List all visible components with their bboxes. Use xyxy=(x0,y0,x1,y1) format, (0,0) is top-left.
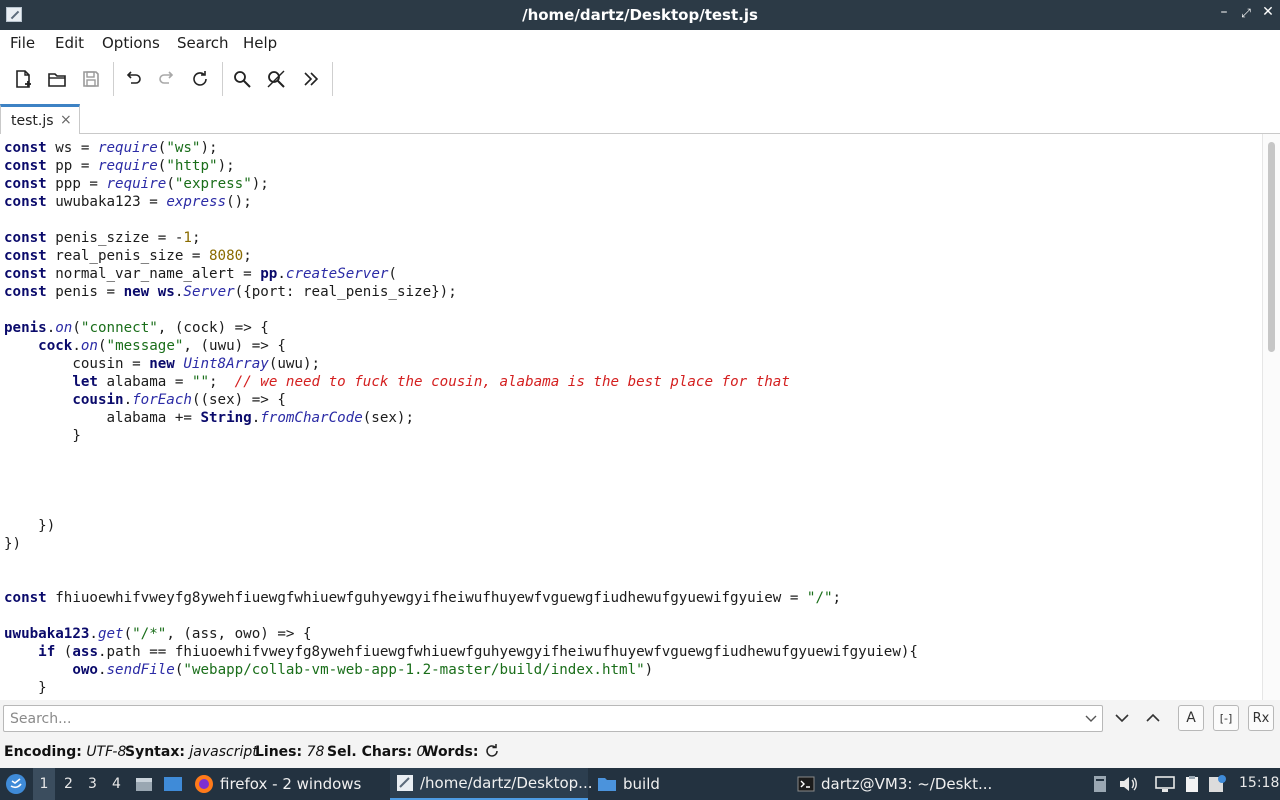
task-text-editor[interactable]: /home/dartz/Desktop... xyxy=(390,768,593,800)
more-tools-icon[interactable] xyxy=(300,68,322,90)
code-text[interactable]: const ws = require("ws"); const pp = req… xyxy=(0,134,1262,697)
encoding-status: Encoding: UTF-8 xyxy=(4,744,127,760)
terminal-icon xyxy=(797,775,815,793)
close-button[interactable]: ✕ xyxy=(1259,4,1277,20)
match-case-label: A xyxy=(1186,710,1196,726)
tab-label: test.js xyxy=(11,113,54,129)
syntax-status: Syntax: javascript xyxy=(125,744,258,760)
firefox-icon xyxy=(194,774,214,794)
task-terminal[interactable]: dartz@VM3: ~/Deskt... xyxy=(795,768,995,800)
task-label: build xyxy=(623,775,660,793)
notification-icon[interactable] xyxy=(1207,774,1227,798)
whole-word-toggle[interactable]: [-] xyxy=(1213,705,1239,731)
taskbar: 1 2 3 4 firefox - 2 windows /home/dartz/… xyxy=(0,768,1280,800)
search-history-chevron-icon[interactable] xyxy=(1084,710,1098,728)
menu-edit[interactable]: Edit xyxy=(55,34,84,52)
regex-label: Rx xyxy=(1252,710,1270,726)
workspace-2[interactable]: 2 xyxy=(64,776,73,792)
reload-icon[interactable] xyxy=(189,68,211,90)
network-icon[interactable] xyxy=(1155,775,1175,797)
menu-options[interactable]: Options xyxy=(102,34,160,52)
menu-help[interactable]: Help xyxy=(243,34,277,52)
scrollbar-thumb[interactable] xyxy=(1268,142,1275,352)
new-document-icon[interactable] xyxy=(12,68,34,90)
regex-toggle[interactable]: Rx xyxy=(1248,705,1274,731)
show-desktop-icon[interactable] xyxy=(163,775,183,793)
search-input[interactable] xyxy=(3,705,1103,732)
maximize-button[interactable]: ⤢ xyxy=(1237,6,1255,21)
menu-bar: File Edit Options Search Help xyxy=(0,30,1280,56)
menu-search[interactable]: Search xyxy=(177,34,229,52)
code-editor[interactable]: const ws = require("ws"); const pp = req… xyxy=(0,134,1262,700)
find-next-icon[interactable] xyxy=(1112,705,1132,731)
folder-icon xyxy=(597,775,617,793)
find-replace-icon[interactable] xyxy=(265,68,287,90)
task-file-manager[interactable]: build xyxy=(595,768,785,800)
app-menu-icon[interactable] xyxy=(5,773,27,795)
file-manager-launcher-icon[interactable] xyxy=(135,775,153,793)
open-folder-icon[interactable] xyxy=(46,68,68,90)
match-case-toggle[interactable]: A xyxy=(1178,705,1204,731)
tab-test-js[interactable]: test.js × xyxy=(0,104,80,134)
tab-bar: test.js × xyxy=(0,102,1280,134)
toolbar-separator xyxy=(222,62,223,96)
task-label: dartz@VM3: ~/Deskt... xyxy=(821,775,993,793)
save-icon[interactable] xyxy=(80,68,102,90)
volume-icon[interactable] xyxy=(1118,775,1138,797)
vertical-scrollbar[interactable] xyxy=(1262,134,1280,700)
task-label: firefox - 2 windows xyxy=(220,775,362,793)
text-editor-icon xyxy=(396,774,414,792)
redo-icon[interactable] xyxy=(156,68,178,90)
refresh-word-count-icon[interactable] xyxy=(484,743,500,763)
clock[interactable]: 15:18 xyxy=(1239,775,1279,791)
status-bar: Encoding: UTF-8 Syntax: javascript Lines… xyxy=(0,738,1280,768)
minimize-button[interactable]: – xyxy=(1215,4,1233,20)
window-title: /home/dartz/Desktop/test.js xyxy=(522,6,758,24)
task-label: /home/dartz/Desktop... xyxy=(420,774,593,792)
words-status: Words: xyxy=(423,744,479,760)
find-icon[interactable] xyxy=(231,68,253,90)
title-bar: /home/dartz/Desktop/test.js – ⤢ ✕ xyxy=(0,0,1280,30)
toolbar xyxy=(0,56,1280,102)
menu-file[interactable]: File xyxy=(10,34,35,52)
storage-icon[interactable] xyxy=(1092,775,1108,797)
workspace-4[interactable]: 4 xyxy=(112,776,121,792)
workspace-3[interactable]: 3 xyxy=(88,776,97,792)
search-bar: A [-] Rx xyxy=(0,700,1280,738)
workspace-1[interactable]: 1 xyxy=(33,768,55,800)
undo-icon[interactable] xyxy=(122,68,144,90)
find-previous-icon[interactable] xyxy=(1143,705,1163,731)
task-firefox[interactable]: firefox - 2 windows xyxy=(192,768,378,800)
clipboard-icon[interactable] xyxy=(1183,775,1201,797)
lines-status: Lines: 78 xyxy=(255,744,325,760)
toolbar-separator xyxy=(113,62,114,96)
tab-close-icon[interactable]: × xyxy=(60,112,72,128)
selchars-status: Sel. Chars: 0 xyxy=(327,744,426,760)
toolbar-separator xyxy=(332,62,333,96)
whole-word-label: [-] xyxy=(1219,711,1233,725)
